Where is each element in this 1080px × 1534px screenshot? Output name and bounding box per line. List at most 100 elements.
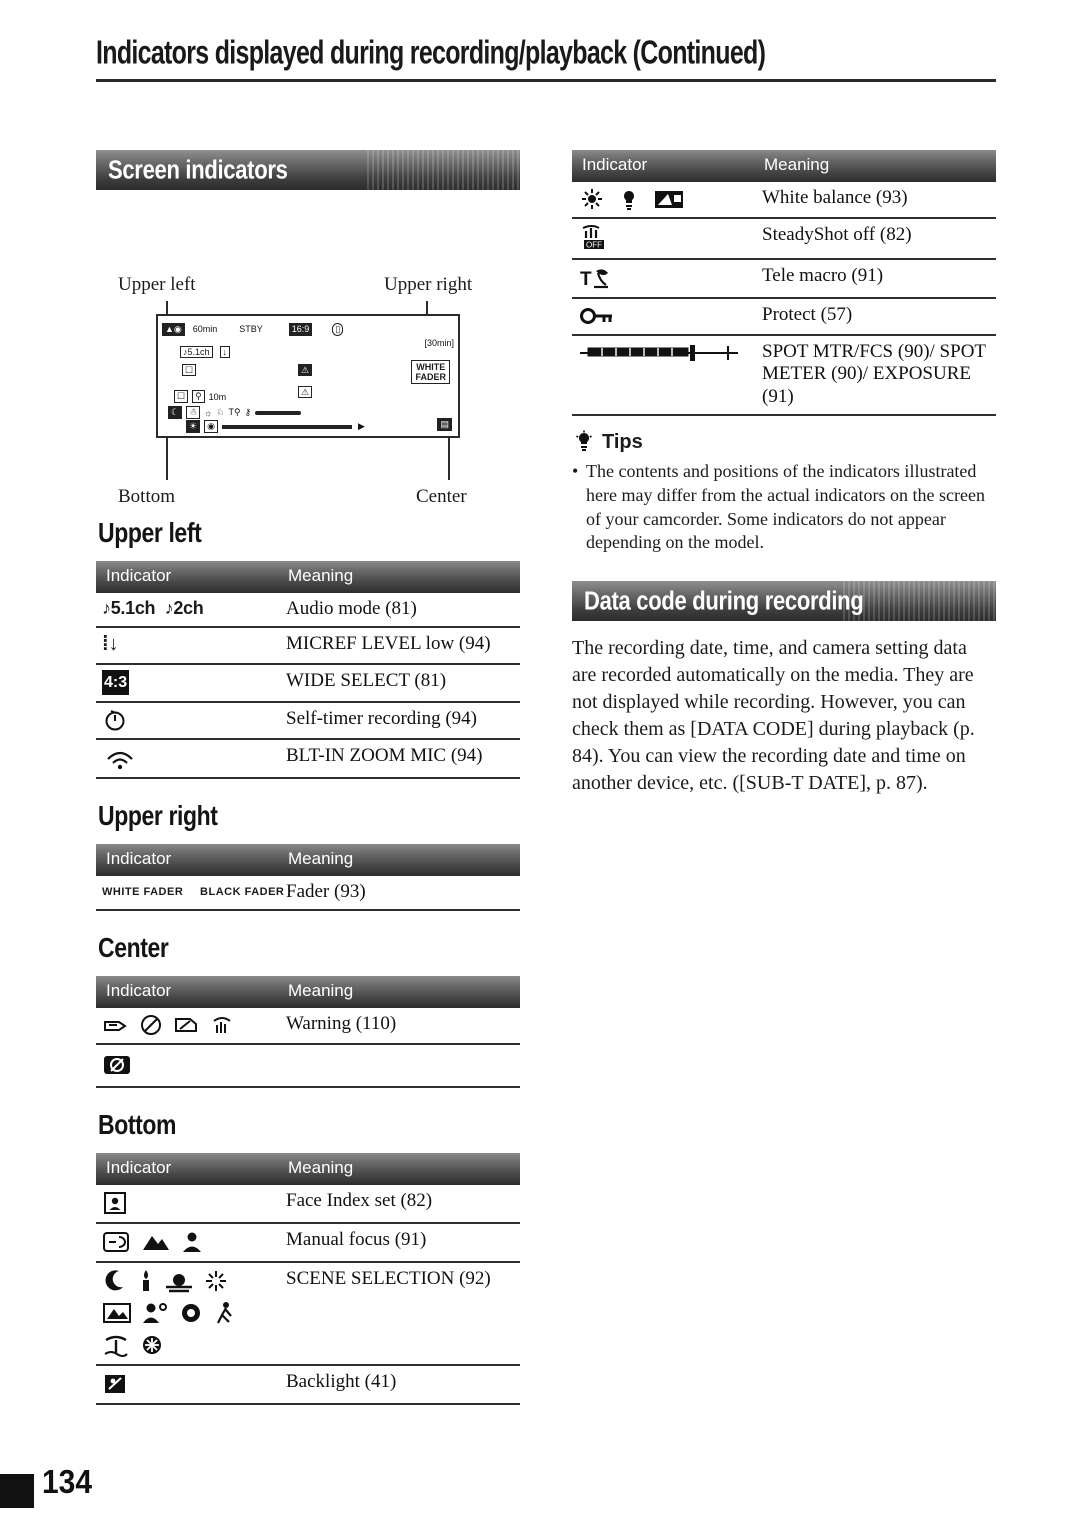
steadyshot-off-glyph: OFF	[582, 225, 604, 250]
tips-bullet: •	[572, 461, 579, 482]
indicator-steadyshot-off-icon: OFF	[572, 217, 754, 259]
column-header-indicator: Indicator	[96, 976, 278, 1008]
center-cluster: ⚠	[298, 360, 313, 378]
subheading-upper-left: Upper left	[98, 516, 202, 548]
indicator-audio-mode-icon: ♪5.1ch ♪2ch	[96, 590, 278, 628]
meaning-audio-mode: Audio mode (81)	[278, 590, 520, 628]
meaning-warning: Warning (110)	[278, 1006, 520, 1045]
svg-text:T: T	[580, 269, 592, 290]
right-column: Indicator Meaning White balance (93) OFF…	[572, 150, 996, 797]
indicator-backlight-icon	[96, 1364, 278, 1406]
tips-header: Tips	[574, 430, 996, 454]
face-detect-icon: ☐	[174, 390, 189, 403]
table-row: WHITE FADER BLACK FADER Fader (93)	[96, 873, 520, 912]
table-upper-right: Indicator Meaning WHITE FADER BLACK FADE…	[96, 844, 520, 912]
audio-mode-cluster: ♪5.1ch ↓	[180, 342, 231, 360]
column-header-meaning: Meaning	[278, 1153, 520, 1185]
warning-shake-icon	[213, 1017, 231, 1034]
table-upper-left: Indicator Meaning ♪5.1ch ♪2ch Audio mode…	[96, 561, 520, 779]
column-header-meaning: Meaning	[278, 976, 520, 1008]
meaning-built-in-zoom-mic: BLT-IN ZOOM MIC (94)	[278, 738, 520, 779]
indicator-micref-level-icon: ⁞↓	[96, 626, 278, 664]
backlight-glyph	[105, 1375, 125, 1394]
standby-indicator: STBY	[239, 324, 263, 334]
lightbulb-icon	[576, 430, 592, 452]
screen-top-row: ▲◉ 60min STBY 16:9 ▯	[158, 316, 458, 342]
scene-night-icon: ☾	[168, 406, 183, 419]
indicator-no-photo-icon	[96, 1043, 278, 1089]
indicator-scene-selection-icons	[96, 1261, 278, 1366]
table-row: Manual focus (91)	[96, 1222, 520, 1263]
meaning-protect: Protect (57)	[754, 297, 996, 335]
meaning-spot-meter: SPOT MTR/FCS (90)/ SPOT METER (90)/ EXPO…	[754, 333, 996, 417]
battery-indicator: 60min	[192, 324, 218, 334]
table-right-indicators: Indicator Meaning White balance (93) OFF…	[572, 150, 996, 417]
warning-icon-screen: ⚠	[298, 364, 313, 376]
meaning-tele-macro: Tele macro (91)	[754, 258, 996, 298]
table-row: OFF SteadyShot off (82)	[572, 217, 996, 259]
label-upper-left: Upper left	[118, 274, 196, 295]
tele-macro-icon-screen: ⚲	[192, 390, 205, 403]
warning-memory-icon	[175, 1018, 197, 1033]
table-row: White balance (93)	[572, 180, 996, 218]
page-number: 134	[42, 1463, 93, 1501]
table-row: ♪5.1ch ♪2ch Audio mode (81)	[96, 590, 520, 628]
scene-candle-icon	[143, 1270, 149, 1292]
column-header-indicator: Indicator	[96, 561, 278, 592]
tips-text: The contents and positions of the indica…	[586, 461, 985, 553]
indicator-tele-macro-icon: T	[572, 258, 754, 298]
backlight-icon-screen: ☀	[186, 420, 201, 433]
zoom-mic-glyph	[107, 751, 133, 770]
page-header: Indicators displayed during recording/pl…	[96, 34, 996, 72]
left-column: Screen indicators Upper left Upper right…	[96, 150, 520, 1406]
table-header-row: Indicator Meaning	[96, 561, 520, 592]
meaning-fader: Fader (93)	[278, 873, 520, 912]
table-header-row: Indicator Meaning	[572, 150, 996, 181]
table-row: ⁞↓ MICREF LEVEL low (94)	[96, 626, 520, 664]
wb-outdoor-icon	[582, 189, 602, 209]
tele-distance: 10m	[208, 391, 227, 402]
indicator-white-balance-icons	[572, 180, 754, 218]
exposure-slider-glyph	[580, 344, 738, 361]
manual-focus-icon-screen: ◉	[204, 420, 218, 433]
white-fader-icon: WHITE FADER	[102, 886, 184, 899]
protect-key-glyph	[580, 308, 612, 324]
page: Indicators displayed during recording/pl…	[0, 0, 1080, 1534]
wide-select-icon: 16:9	[288, 322, 313, 336]
micref-level-icon: ↓	[219, 346, 231, 358]
wb-icon: ☼	[204, 407, 213, 418]
warning-no-disc-icon	[141, 1015, 161, 1036]
meaning-micref-level: MICREF LEVEL low (94)	[278, 626, 520, 664]
label-upper-right: Upper right	[384, 274, 473, 295]
indicator-spot-meter-slider	[572, 333, 754, 417]
table-row: BLT-IN ZOOM MIC (94)	[96, 738, 520, 779]
tele-macro-glyph: T	[580, 269, 608, 290]
meaning-self-timer: Self-timer recording (94)	[278, 701, 520, 739]
indicator-self-timer-icon	[96, 701, 278, 739]
scene-snow-icon	[143, 1336, 161, 1355]
wb-indoor-icon	[624, 191, 634, 210]
face-index-glyph	[104, 1192, 126, 1215]
scene-beach-icon	[104, 1336, 128, 1358]
protect-icon-screen: ⚷	[244, 407, 252, 417]
meaning-scene-selection: SCENE SELECTION (92)	[278, 1261, 520, 1366]
column-header-meaning: Meaning	[754, 150, 996, 181]
table-row: Protect (57)	[572, 297, 996, 335]
exposure-slider-screen	[255, 410, 302, 415]
leader-upper-right	[426, 301, 428, 315]
scene-spotlight-icon	[182, 1304, 200, 1323]
meaning-wide-select: WIDE SELECT (81)	[278, 663, 520, 702]
indicator-warning-icons	[96, 1006, 278, 1045]
macro-icon: T⚲	[228, 407, 241, 417]
column-header-indicator: Indicator	[96, 1153, 278, 1185]
table-row: Self-timer recording (94)	[96, 701, 520, 739]
scene-sunset-icon	[166, 1274, 192, 1293]
table-center: Indicator Meaning Warning (110)	[96, 976, 520, 1089]
scene-portrait-icon	[143, 1303, 167, 1324]
column-header-meaning: Meaning	[278, 844, 520, 875]
rec-mode-icon: ▲◉	[162, 322, 185, 336]
subheading-center: Center	[98, 932, 169, 964]
table-header-row: Indicator Meaning	[96, 844, 520, 875]
table-row: Warning (110)	[96, 1006, 520, 1045]
wb-one-push-icon	[655, 191, 683, 208]
